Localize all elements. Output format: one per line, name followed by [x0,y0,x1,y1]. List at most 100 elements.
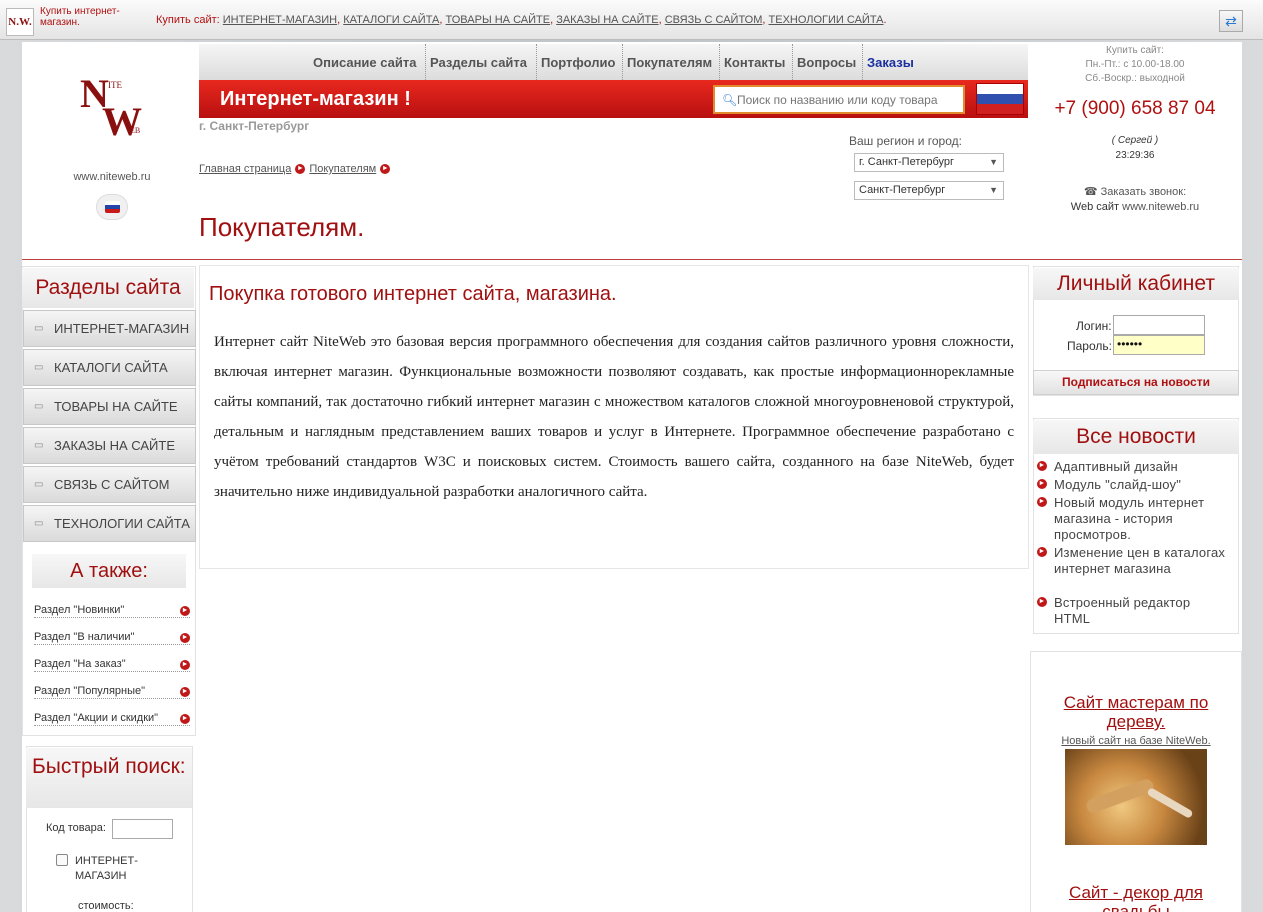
also-item-order[interactable]: Раздел "На заказ" ► [34,658,190,672]
arrow-right-icon: ► [180,660,190,670]
breadcrumb-home[interactable]: Главная страница [199,163,291,175]
section-tech-button[interactable]: ▭ ТЕХНОЛОГИИ САЙТА [23,505,196,542]
website-line: Web сайт www.niteweb.ru [1040,201,1230,213]
section-label: СВЯЗЬ С САЙТОМ [54,477,170,492]
nav-contacts[interactable]: Контакты [724,55,785,70]
promo-title-wedding[interactable]: Сайт - декор для свадьбы [1033,883,1239,912]
main-title: Покупка готового интернет сайта, магазин… [209,283,617,305]
also-label: Раздел "Новинки" [34,604,125,616]
sections-title: Разделы сайта [22,268,194,308]
arrow-right-icon: ► [180,714,190,724]
shop-checkbox-label: ИНТЕРНЕТ-МАГАЗИН [75,855,138,882]
phone-icon: ☎ [1083,186,1098,198]
monitor-icon: ▭ [34,518,44,529]
also-label: Раздел "Популярные" [34,685,146,697]
topbar-link-tech[interactable]: ТЕХНОЛОГИИ САЙТА [769,14,884,26]
also-label: Раздел "Акции и скидки" [34,712,159,724]
topbar-links: Купить сайт: ИНТЕРНЕТ-МАГАЗИН, КАТАЛОГИ … [156,14,887,26]
region-select-value: г. Санкт-Петербург [859,156,955,168]
login-input[interactable] [1113,315,1205,335]
arrow-right-icon: ► [1037,547,1047,557]
news-item-label: Модуль "слайд-шоу" [1054,477,1182,492]
topbar-link-shop[interactable]: ИНТЕРНЕТ-МАГАЗИН [223,14,337,26]
goods-icon: ▭ [34,401,44,412]
shop-checkbox[interactable] [56,854,68,866]
section-shop-button[interactable]: ▭ ИНТЕРНЕТ-МАГАЗИН [23,310,196,347]
also-item-popular[interactable]: Раздел "Популярные" ► [34,685,190,699]
website-label: Web сайт [1070,201,1120,213]
swap-arrows-icon[interactable]: ⇄ [1219,10,1243,32]
topbar-link-catalogs[interactable]: КАТАЛОГИ САЙТА [343,14,439,26]
nav-separator [536,44,537,80]
news-item[interactable]: ► Новый модуль интернет магазина - истори… [1037,495,1229,543]
password-input[interactable]: •••••• [1113,335,1205,355]
password-label: Пароль: [1067,339,1112,353]
chevron-down-icon: ▼ [989,157,998,167]
topbar-link-goods[interactable]: ТОВАРЫ НА САЙТЕ [446,14,551,26]
cabinet-title: Личный кабинет [1033,268,1239,300]
arrow-right-icon: ► [1037,461,1047,471]
search-input[interactable] [737,91,962,109]
section-goods-button[interactable]: ▭ ТОВАРЫ НА САЙТЕ [23,388,196,425]
callback-link[interactable]: ☎ Заказать звонок: [1040,185,1230,198]
chevron-down-icon: ▼ [989,185,998,195]
arrow-right-icon: ► [180,606,190,616]
main-text: Интернет сайт NiteWeb это базовая версия… [214,334,1014,500]
news-item[interactable]: ► Адаптивный дизайн [1037,459,1229,475]
promo-title-wood[interactable]: Сайт мастерам по дереву. [1033,693,1239,731]
promo-subtitle[interactable]: Новый сайт на базе NiteWeb. [1033,735,1239,747]
also-item-sales[interactable]: Раздел "Акции и скидки" ► [34,712,190,726]
site-url: www.niteweb.ru [73,171,151,183]
nav-separator [719,44,720,80]
section-label: КАТАЛОГИ САЙТА [54,360,168,375]
contact-manager: ( Сергей ) [1111,135,1159,146]
also-item-instock[interactable]: Раздел "В наличии" ► [34,631,190,645]
nav-orders[interactable]: Заказы [867,55,914,70]
contact-phone[interactable]: +7 (900) 658 87 04 [1040,98,1230,120]
subscribe-button[interactable]: Подписаться на новости [1033,370,1239,395]
news-item[interactable]: ► Модуль "слайд-шоу" [1037,477,1229,493]
region-select[interactable]: г. Санкт-Петербург ▼ [854,153,1004,172]
nav-portfolio[interactable]: Портфолио [541,55,615,70]
nav-buyers[interactable]: Покупателям [627,55,712,70]
news-title[interactable]: Все новости [1033,420,1239,454]
code-label: Код товара: [46,822,106,834]
also-title: А также: [32,554,186,588]
section-catalogs-button[interactable]: ▭ КАТАЛОГИ САЙТА [23,349,196,386]
city-select[interactable]: Санкт-Петербург ▼ [854,181,1004,200]
news-item[interactable]: ► Изменение цен в каталогах интернет мага… [1037,545,1229,577]
also-item-new[interactable]: Раздел "Новинки" ► [34,604,190,618]
mail-icon: ▭ [34,479,44,490]
topbar-logo[interactable]: N.W. [6,8,34,36]
arrow-right-icon: ► [380,164,391,175]
arrow-right-icon: ► [180,633,190,643]
site-logo[interactable]: N ITE W EB [78,70,148,145]
section-contact-button[interactable]: ▭ СВЯЗЬ С САЙТОМ [23,466,196,503]
breadcrumb-buyers[interactable]: Покупателям [309,163,376,175]
arrow-right-icon: ► [1037,479,1047,489]
topbar-link-orders[interactable]: ЗАКАЗЫ НА САЙТЕ [556,14,658,26]
contact-buy-label: Купить сайт: [1106,45,1164,56]
news-item-label: Новый модуль интернет магазина - история… [1054,495,1205,542]
section-label: ЗАКАЗЫ НА САЙТЕ [54,438,175,453]
section-orders-button[interactable]: ▭ ЗАКАЗЫ НА САЙТЕ [23,427,196,464]
topbar-text[interactable]: Купить интернет-магазин. [40,6,140,28]
code-input[interactable] [112,819,173,839]
arrow-right-icon: ► [295,164,306,175]
region-label: Ваш регион и город: [849,134,962,148]
news-item[interactable]: ► Встроенный редактор HTML [1037,595,1229,627]
language-flag-icon[interactable] [96,194,128,220]
search-icon[interactable]: 🔍︎ [722,93,737,107]
search-box: 🔍︎ [713,85,965,114]
callback-label: Заказать звонок: [1100,186,1187,198]
banner-title: Интернет-магазин ! [220,88,411,110]
quick-search-title: Быстрый поиск: [26,748,192,808]
promo-image-woodwork[interactable] [1065,749,1207,845]
nav-separator [622,44,623,80]
page-title: Покупателям. [199,212,365,242]
nav-faq[interactable]: Вопросы [797,55,856,70]
nav-description[interactable]: Описание сайта [313,55,416,70]
website-url[interactable]: www.niteweb.ru [1122,201,1199,213]
topbar-link-contact[interactable]: СВЯЗЬ С САЙТОМ [665,14,763,26]
nav-sections[interactable]: Разделы сайта [430,55,527,70]
